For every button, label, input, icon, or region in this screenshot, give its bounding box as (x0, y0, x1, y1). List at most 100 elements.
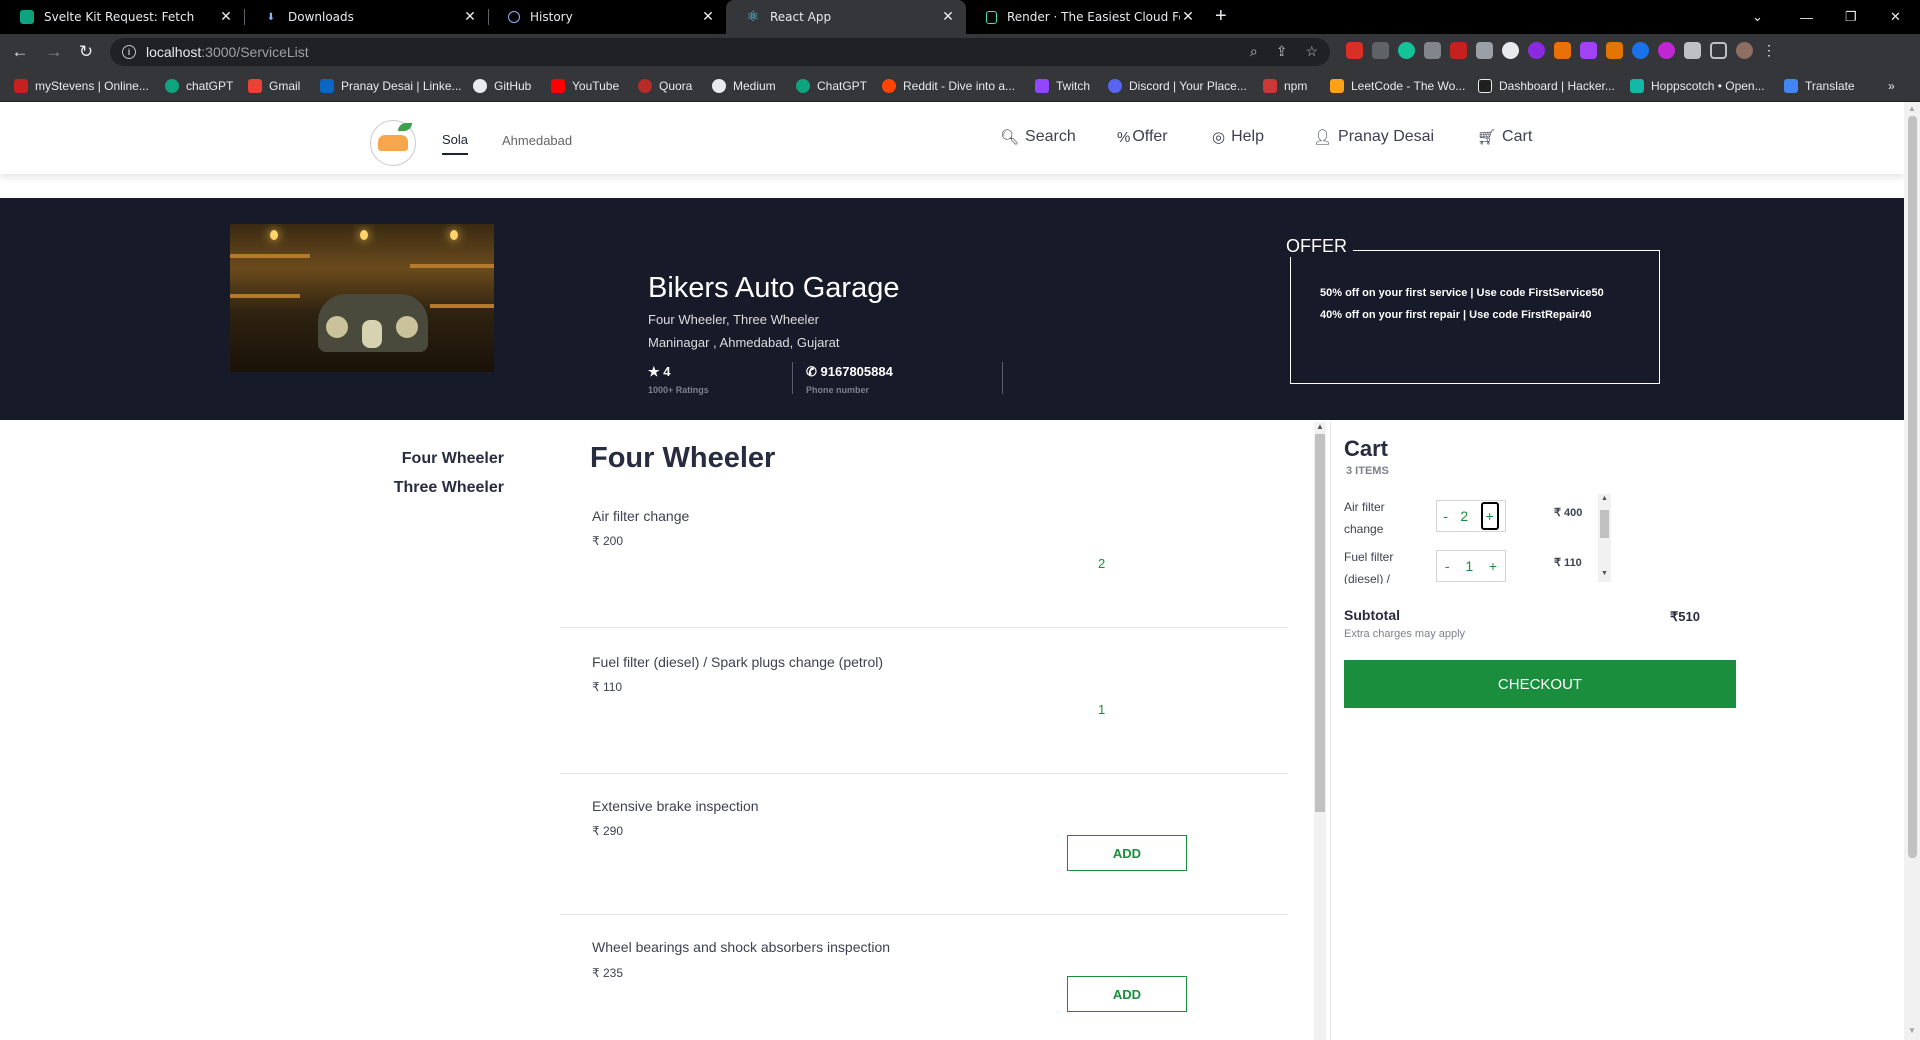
pen-icon[interactable] (1372, 42, 1389, 59)
bookmark-item[interactable]: Discord | Your Place... (1108, 79, 1247, 93)
close-icon[interactable]: ✕ (700, 9, 716, 25)
bookmark-item[interactable]: Reddit - Dive into a... (882, 79, 1015, 93)
tab-title: Svelte Kit Request: Fetch (44, 10, 195, 24)
phone-value: 9167805884 (820, 364, 893, 379)
extension-icon[interactable] (1424, 42, 1441, 59)
nav-cart[interactable]: 🛒︎ Cart (1477, 128, 1532, 146)
extra-charges-note: Extra charges may apply (1344, 628, 1466, 640)
nav-user[interactable]: 👤︎ Pranay Desai (1313, 128, 1434, 146)
avatar[interactable] (1736, 42, 1753, 59)
bookmark-item[interactable]: Translate (1784, 79, 1855, 93)
rating-stat: ★ 4 1000+ Ratings (648, 364, 709, 395)
browser-tab-4-active[interactable]: ⚛ React App ✕ (726, 0, 966, 34)
cart-item-name: Air filter change (1344, 500, 1385, 536)
reload-icon[interactable]: ↻ (76, 42, 96, 62)
browser-tab-2[interactable]: ⬇ Downloads ✕ (244, 0, 488, 34)
site-info-icon[interactable]: i (122, 45, 136, 59)
bookmark-item[interactable]: chatGPT (165, 79, 233, 93)
tab-search-icon[interactable]: ⌄ (1752, 0, 1763, 34)
add-button[interactable]: ADD (1067, 976, 1187, 1012)
scroll-up-icon[interactable]: ▲ (1316, 422, 1324, 431)
logo[interactable] (370, 120, 416, 166)
browser-tab-1[interactable]: Svelte Kit Request: Fetch ✕ (0, 0, 244, 34)
browser-tab-3[interactable]: History ✕ (488, 0, 726, 34)
category-four-wheeler[interactable]: Four Wheeler (402, 450, 504, 468)
garage-image (230, 224, 494, 372)
tab-title: History (530, 10, 573, 24)
location-main[interactable]: Sola (442, 132, 469, 155)
bookmark-item[interactable]: Quora (638, 79, 692, 93)
extension-icon[interactable] (1502, 42, 1519, 59)
checkout-button[interactable]: CHECKOUT (1344, 660, 1736, 708)
phone-icon: ✆ (806, 364, 817, 379)
scroll-up-icon[interactable]: ▲ (1601, 495, 1608, 502)
bookmark-item[interactable]: npm (1263, 79, 1307, 93)
close-icon[interactable]: ✕ (218, 9, 234, 25)
bookmark-item[interactable]: YouTube (551, 79, 619, 93)
extension-icon[interactable] (1632, 42, 1649, 59)
bookmark-item[interactable]: Dashboard | Hacker... (1478, 79, 1615, 93)
extension-icon[interactable] (1658, 42, 1675, 59)
bookmark-item[interactable]: myStevens | Online... (14, 79, 149, 93)
bookmark-item[interactable]: Pranay Desai | Linke... (320, 79, 462, 93)
minimize-icon[interactable]: — (1800, 0, 1813, 34)
menu-icon[interactable]: ⋮ (1762, 42, 1776, 59)
grammarly-icon[interactable] (1398, 42, 1415, 59)
cart-items-list: Air filter change - 2 + ₹ 400 Fuel filte… (1344, 494, 1614, 584)
browser-tab-5[interactable]: Render · The Easiest Cloud For All ✕ (966, 0, 1206, 34)
search-icon: 🔍︎ (1000, 129, 1020, 146)
cart-items-scrollbar[interactable]: ▲ ▼ (1598, 494, 1611, 582)
zoom-icon[interactable]: ⌕ (1250, 43, 1258, 60)
scroll-down-icon[interactable]: ▼ (1601, 570, 1608, 577)
bookmark-item[interactable]: ChatGPT (796, 79, 867, 93)
bookmark-item[interactable]: GitHub (473, 79, 531, 93)
extension-icon[interactable] (1528, 42, 1545, 59)
metamask-icon[interactable] (1606, 42, 1623, 59)
puzzle-icon[interactable] (1684, 42, 1701, 59)
close-icon[interactable]: ✕ (940, 9, 956, 25)
decrement-button[interactable]: - (1445, 558, 1450, 574)
increment-button[interactable]: + (1489, 558, 1497, 574)
window-close-icon[interactable]: ✕ (1890, 0, 1901, 34)
scroll-up-icon[interactable]: ▲ (1908, 104, 1916, 113)
back-icon[interactable]: ← (10, 42, 30, 62)
close-icon[interactable]: ✕ (1180, 9, 1196, 25)
nav-offer[interactable]: % Offer (1117, 128, 1168, 146)
service-item: Wheel bearings and shock absorbers inspe… (560, 915, 1288, 1040)
bookmark-item[interactable]: Twitch (1035, 79, 1090, 93)
extension-icon[interactable] (1580, 42, 1597, 59)
quantity-stepper: - 1 + (1436, 550, 1506, 582)
quantity-value: 2 (1460, 508, 1469, 524)
adblock-icon[interactable] (1346, 42, 1363, 59)
restore-icon[interactable]: ❐ (1845, 0, 1857, 34)
forward-icon[interactable]: → (44, 42, 64, 62)
bookmark-item[interactable]: Medium (712, 79, 776, 93)
nav-search[interactable]: 🔍︎ Search (1000, 128, 1076, 146)
services-scrollbar[interactable]: ▲ (1314, 422, 1326, 1040)
camera-icon[interactable] (1476, 42, 1493, 59)
car-icon (378, 123, 412, 151)
bookmarks-overflow-icon[interactable]: » (1888, 79, 1895, 93)
category-three-wheeler[interactable]: Three Wheeler (394, 479, 504, 497)
new-tab-icon[interactable]: + (1215, 5, 1227, 28)
close-icon[interactable]: ✕ (462, 9, 478, 25)
decrement-button[interactable]: - (1443, 508, 1448, 524)
bookmark-item[interactable]: Gmail (248, 79, 300, 93)
bookmark-star-icon[interactable]: ☆ (1305, 43, 1318, 60)
page-scrollbar[interactable]: ▲ ▼ (1904, 102, 1920, 1040)
url-path: :3000/ServiceList (201, 44, 309, 60)
address-bar[interactable]: i localhost:3000/ServiceList ⌕ ⇪ ☆ (110, 38, 1330, 66)
shop-address: Maninagar , Ahmedabad, Gujarat (648, 335, 840, 350)
scroll-down-icon[interactable]: ▼ (1908, 1026, 1916, 1035)
add-button[interactable]: ADD (1067, 835, 1187, 871)
service-name: Extensive brake inspection (592, 798, 759, 814)
bookmark-item[interactable]: Hoppscotch • Open... (1630, 79, 1765, 93)
extension-icon[interactable] (1554, 42, 1571, 59)
lifebuoy-icon: ◎ (1212, 129, 1226, 146)
share-icon[interactable]: ⇪ (1276, 43, 1288, 60)
bookmark-item[interactable]: LeetCode - The Wo... (1330, 79, 1465, 93)
extension-icon[interactable] (1450, 42, 1467, 59)
nav-help[interactable]: ◎ Help (1212, 128, 1264, 146)
sidepanel-icon[interactable] (1710, 42, 1727, 59)
increment-button[interactable]: + (1480, 502, 1499, 530)
